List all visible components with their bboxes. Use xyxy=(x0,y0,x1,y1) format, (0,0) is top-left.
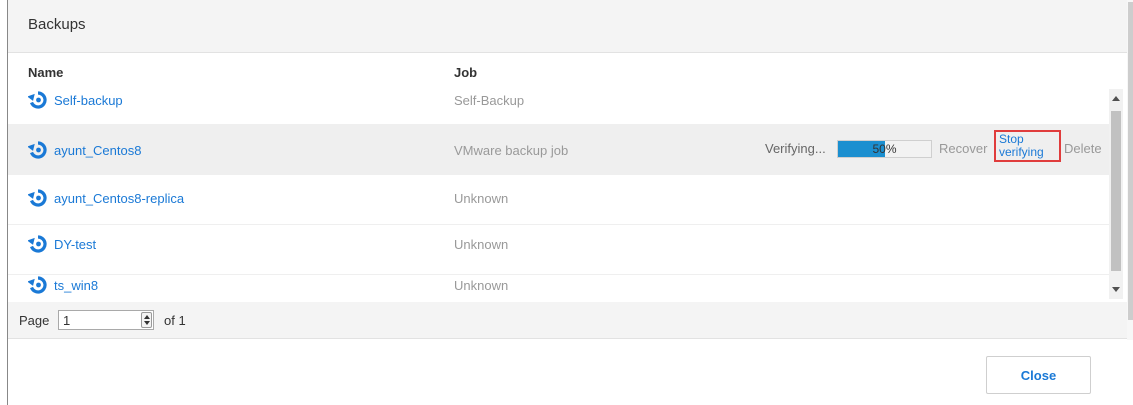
page-stepper-icon[interactable] xyxy=(141,312,152,328)
table-row[interactable]: ayunt_Centos8-replica Unknown xyxy=(8,175,1109,225)
column-header-job[interactable]: Job xyxy=(454,65,477,80)
job-name: Unknown xyxy=(454,237,509,252)
dialog-title: Backups xyxy=(28,16,86,33)
job-name: Self-Backup xyxy=(454,93,525,108)
table-body: Self-backup Self-Backup ayunt_Centos8 VM… xyxy=(8,89,1109,299)
dialog-scroll-thumb[interactable] xyxy=(1128,2,1133,320)
scroll-thumb[interactable] xyxy=(1111,111,1121,271)
verifying-status: Verifying... xyxy=(765,141,826,156)
backups-table: Name Job Self-backup Self-Backup ayunt_C… xyxy=(8,52,1133,302)
verify-progress-bar: 50% xyxy=(837,140,932,158)
pagination-bar: Page of 1 xyxy=(8,302,1133,339)
job-name: Unknown xyxy=(454,278,509,293)
delete-link[interactable]: Delete xyxy=(1064,141,1102,156)
table-row[interactable]: ts_win8 Unknown xyxy=(8,269,1109,299)
backup-name: ayunt_Centos8-replica xyxy=(54,190,185,206)
page-number-input[interactable] xyxy=(58,310,154,330)
dialog-scrollbar[interactable] xyxy=(1127,0,1133,340)
backup-restore-icon xyxy=(28,276,47,294)
backup-name-link[interactable]: Self-backup xyxy=(28,91,123,109)
stop-verifying-link[interactable]: Stop verifying xyxy=(994,130,1061,162)
backup-restore-icon xyxy=(28,189,47,207)
close-button[interactable]: Close xyxy=(986,356,1091,394)
backup-name: ts_win8 xyxy=(54,277,99,293)
backup-name-link[interactable]: ts_win8 xyxy=(28,276,98,294)
backup-name-link[interactable]: ayunt_Centos8 xyxy=(28,141,141,159)
backups-dialog: Backups Name Job Self-backup Self-Backup xyxy=(7,0,1133,405)
job-name: Unknown xyxy=(454,191,509,206)
column-header-name[interactable]: Name xyxy=(28,65,63,80)
backup-name: Self-backup xyxy=(54,92,123,108)
backup-restore-icon xyxy=(28,141,47,159)
page-count: of 1 xyxy=(164,313,186,328)
table-scrollbar[interactable] xyxy=(1109,89,1123,299)
backup-name: DY-test xyxy=(54,236,97,252)
backup-name-link[interactable]: DY-test xyxy=(28,235,96,253)
backup-restore-icon xyxy=(28,91,47,109)
job-name: VMware backup job xyxy=(454,143,569,158)
table-row[interactable]: ayunt_Centos8 VMware backup job Verifyin… xyxy=(8,125,1109,175)
progress-text: 50% xyxy=(872,142,897,156)
backup-restore-icon xyxy=(28,235,47,253)
recover-link[interactable]: Recover xyxy=(939,141,987,156)
table-row[interactable]: Self-backup Self-Backup xyxy=(8,89,1109,125)
backup-name-link[interactable]: ayunt_Centos8-replica xyxy=(28,189,184,207)
scroll-down-icon[interactable] xyxy=(1112,287,1120,292)
table-row[interactable]: DY-test Unknown xyxy=(8,225,1109,275)
page-label: Page xyxy=(19,313,50,328)
dialog-header: Backups xyxy=(8,0,1133,53)
backup-name: ayunt_Centos8 xyxy=(54,142,142,158)
scroll-up-icon[interactable] xyxy=(1112,96,1120,101)
